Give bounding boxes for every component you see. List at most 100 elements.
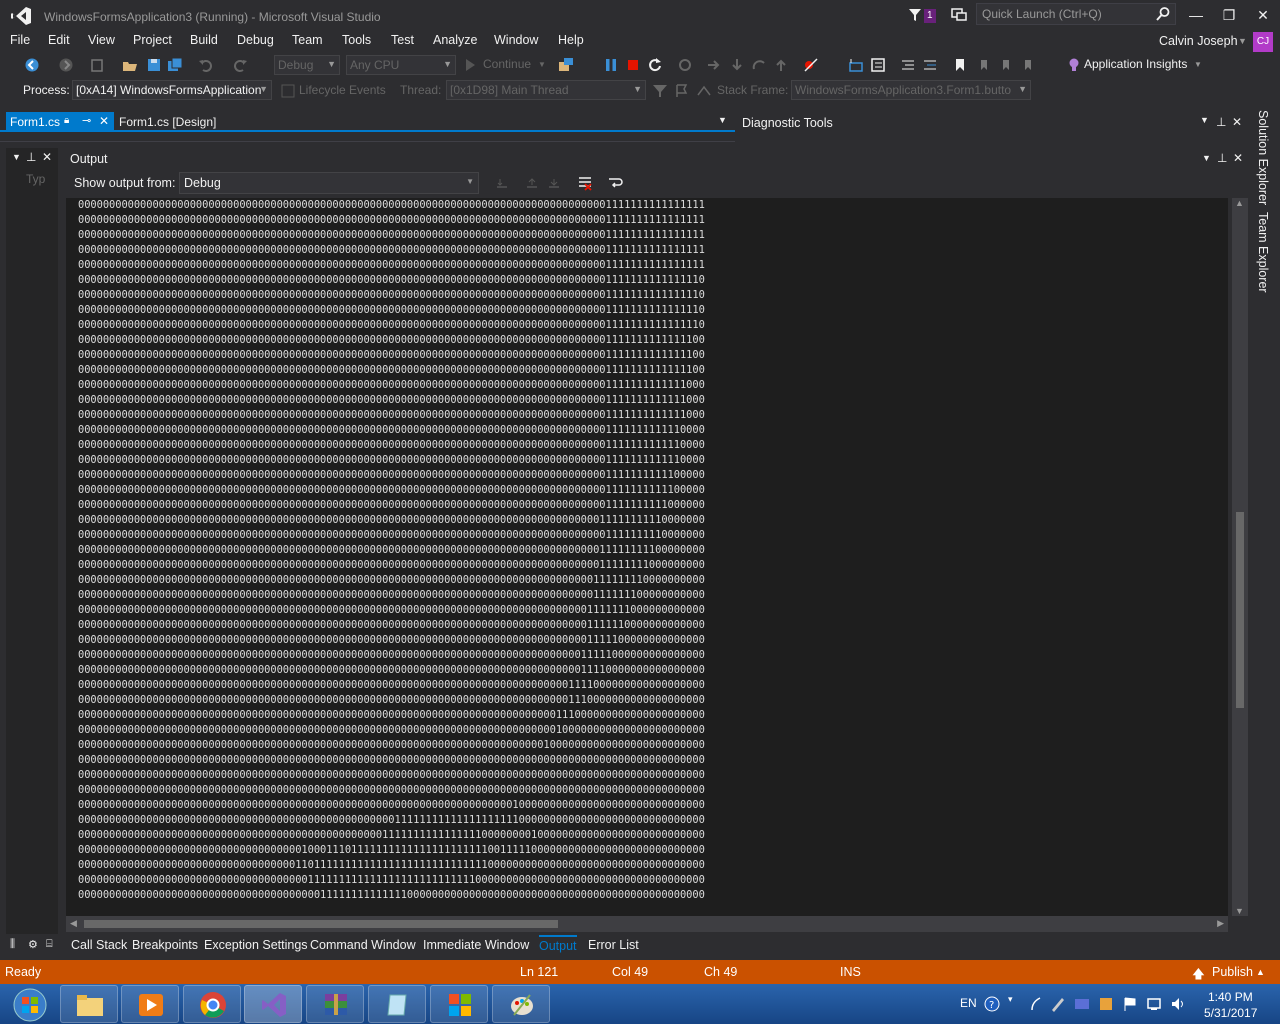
tab-command-window[interactable]: Command Window [310,938,416,952]
clock-date[interactable]: 5/31/2017 [1204,1006,1257,1020]
filter-icon[interactable] [652,83,668,99]
show-next-statement-icon[interactable] [677,57,693,73]
thread-dropdown[interactable]: [0x1D98] Main Thread ▼ [446,80,646,100]
close-icon[interactable]: ✕ [42,150,52,164]
menu-analyze[interactable]: Analyze [433,33,477,47]
find-message-icon[interactable] [494,175,510,191]
network-tray-icon[interactable] [1074,996,1090,1012]
attach-process-icon[interactable] [558,57,574,73]
close-window-button[interactable]: ✕ [1253,6,1273,24]
output-text-area[interactable]: 0000000000000000000000000000000000000000… [66,198,1228,916]
menu-debug[interactable]: Debug [237,33,274,47]
tab-overflow-icon[interactable]: ▼ [718,115,727,125]
taskbar-media-player[interactable] [121,985,179,1023]
menu-edit[interactable]: Edit [48,33,70,47]
redo-icon[interactable] [232,57,248,73]
pen-tray-icon[interactable] [1050,996,1066,1012]
auto-hide-icon[interactable]: ⫼ [10,938,15,951]
vertical-scroll-thumb[interactable] [1236,512,1244,708]
taskbar-winrar[interactable] [306,985,364,1023]
flag-thread-icon[interactable] [674,83,690,99]
tab-exception-settings[interactable]: Exception Settings [204,938,308,952]
clear-bookmarks-icon[interactable] [1019,57,1035,73]
quick-launch-input[interactable]: Quick Launch (Ctrl+Q) [976,3,1176,25]
next-bookmark-icon[interactable] [997,57,1013,73]
tab-error-list[interactable]: Error List [588,938,639,952]
toggle-word-wrap-icon[interactable] [607,175,623,191]
toolbox-icon[interactable]: ⚙ [28,938,38,951]
tab-form1-design[interactable]: Form1.cs [Design] [115,112,220,132]
volume-icon[interactable] [1170,996,1186,1012]
scroll-left-icon[interactable]: ◀ [70,918,77,929]
pause-icon[interactable] [603,57,619,73]
taskbar-windows-app[interactable] [430,985,488,1023]
chevron-down-icon[interactable]: ▼ [1194,60,1202,69]
user-dropdown-icon[interactable]: ▼ [1238,36,1247,46]
notification-count-badge[interactable]: 1 [924,9,936,23]
toggle-breakpoints-icon[interactable] [803,57,819,73]
continue-button[interactable]: Continue [483,57,531,71]
menu-view[interactable]: View [88,33,115,47]
taskbar-paint[interactable] [492,985,550,1023]
maximize-button[interactable]: ❐ [1219,6,1239,24]
horizontal-scroll-thumb[interactable] [84,920,558,928]
minimize-button[interactable]: — [1186,6,1206,24]
tab-breakpoints[interactable]: Breakpoints [132,938,198,952]
stack-frame-icon[interactable] [696,83,712,99]
server-icon[interactable]: ⌸ [46,938,53,951]
tab-team-explorer[interactable]: Team Explorer [1256,212,1270,293]
close-icon[interactable]: ✕ [1232,115,1242,129]
output-source-dropdown[interactable]: Debug ▼ [179,172,479,194]
application-insights-button[interactable]: Application Insights [1084,57,1187,71]
user-avatar[interactable]: CJ [1253,32,1273,52]
threads-icon[interactable] [870,57,886,73]
windows-start-icon[interactable] [4,986,52,1022]
stop-icon[interactable] [625,57,641,73]
previous-bookmark-icon[interactable] [975,57,991,73]
taskbar-visual-studio[interactable] [244,985,302,1023]
clear-all-icon[interactable] [577,175,593,191]
menu-project[interactable]: Project [133,33,172,47]
menu-file[interactable]: File [10,33,30,47]
action-center-flag-icon[interactable] [1122,996,1138,1012]
bluetooth-tray-icon[interactable] [1098,996,1114,1012]
taskbar-notepad[interactable] [368,985,426,1023]
uncomment-lines-icon[interactable] [922,57,938,73]
tray-arrow-icon[interactable]: ▾ [1008,994,1013,1005]
language-indicator[interactable]: EN [960,996,977,1010]
open-file-icon[interactable] [122,57,138,73]
chevron-down-icon[interactable]: ▼ [538,60,546,69]
new-project-icon[interactable] [89,57,105,73]
navigate-forward-icon[interactable] [58,57,74,73]
tab-solution-explorer[interactable]: Solution Explorer [1256,110,1270,205]
chevron-down-icon[interactable]: ▼ [12,152,21,162]
search-icon[interactable] [1155,6,1171,22]
pin-icon[interactable]: ⊥ [1217,151,1227,165]
previous-message-icon[interactable] [524,175,540,191]
step-into-icon[interactable] [706,57,722,73]
chevron-down-icon[interactable]: ▼ [1200,115,1209,125]
continue-play-icon[interactable] [462,57,478,73]
navigate-back-icon[interactable] [24,57,40,73]
menu-help[interactable]: Help [558,33,584,47]
save-all-icon[interactable] [167,57,183,73]
undo-icon[interactable] [198,57,214,73]
configuration-dropdown[interactable]: Debug ▼ [274,55,340,75]
menu-team[interactable]: Team [292,33,323,47]
step-over-icon[interactable] [729,57,745,73]
user-name[interactable]: Calvin Joseph [1159,34,1238,48]
close-tab-icon[interactable]: ✕ [99,114,109,128]
publish-button[interactable]: Publish [1212,965,1253,979]
step-back-icon[interactable] [773,57,789,73]
menu-build[interactable]: Build [190,33,218,47]
menu-tools[interactable]: Tools [342,33,371,47]
taskbar-chrome[interactable] [183,985,241,1023]
vertical-scrollbar[interactable]: ▲ ▼ [1232,198,1248,916]
pin-icon[interactable]: ⊥ [1216,115,1226,129]
tab-form1-cs[interactable]: Form1.cs 🔒︎ ⊸ ✕ [6,112,114,132]
diagnostic-tools-pane-header[interactable]: Diagnostic Tools ▼ ⊥ ✕ [736,112,1248,134]
chevron-down-icon[interactable]: ▼ [1202,153,1211,163]
publish-arrow-icon[interactable]: 🡅︎ [1192,965,1205,986]
scroll-down-icon[interactable]: ▼ [1235,906,1244,916]
horizontal-scrollbar[interactable]: ◀ ▶ [66,916,1228,932]
